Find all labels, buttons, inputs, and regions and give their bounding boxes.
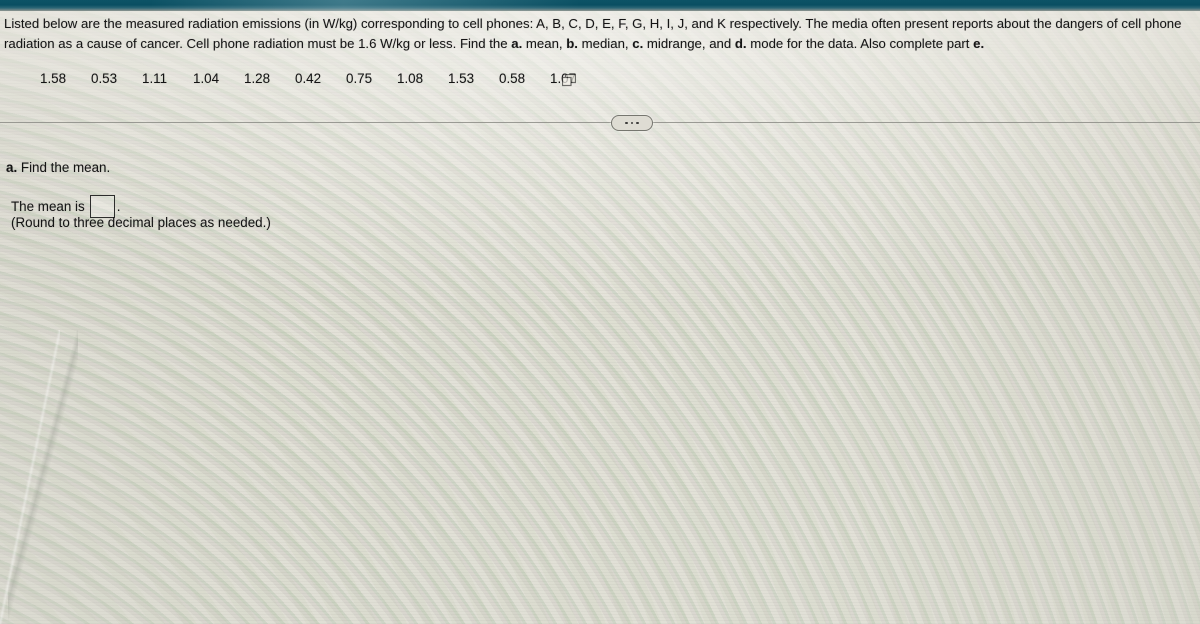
data-value: 1.58	[40, 71, 67, 86]
answer-prefix-label: The mean is	[11, 199, 85, 214]
rounding-instruction: (Round to three decimal places as needed…	[11, 215, 271, 230]
ellipsis-dot-2	[630, 121, 634, 125]
data-value: 1.11	[142, 71, 168, 86]
ellipsis-dot-1	[625, 121, 628, 125]
prompt-text-mode: mode for the data. Also complete part	[746, 36, 974, 51]
prompt-marker-e: e.	[973, 36, 985, 51]
part-a-label: a. Find the mean.	[6, 160, 110, 175]
data-value: 0.42	[295, 71, 322, 86]
part-a-text: Find the mean.	[17, 160, 111, 175]
ellipsis-dot-3	[636, 121, 639, 125]
data-value: 1.28	[244, 71, 271, 86]
data-values-row: 1.58 0.53 1.11 1.04 1.28 0.42 0.75 1.08 1.53 0.58…	[40, 71, 601, 86]
more-options-button[interactable]	[611, 115, 653, 131]
data-value: 1.04	[193, 71, 220, 86]
question-prompt: Listed below are the measured radiation …	[4, 14, 1196, 54]
prompt-marker-a: a.	[511, 36, 523, 51]
section-divider	[0, 122, 1200, 123]
data-value: 0.53	[91, 71, 118, 86]
answer-suffix-label: .	[116, 199, 121, 214]
prompt-marker-c: c.	[632, 36, 644, 51]
data-value: 0.75	[346, 71, 373, 86]
data-value: 1.53	[448, 71, 475, 86]
prompt-text-median: median,	[577, 36, 633, 51]
part-a-marker: a.	[6, 160, 18, 175]
copy-icon[interactable]	[562, 74, 576, 88]
prompt-marker-b: b.	[566, 36, 578, 51]
prompt-text-mean: mean,	[522, 36, 567, 51]
question-content: Listed below are the measured radiation …	[0, 0, 1200, 624]
prompt-marker-d: d.	[734, 36, 747, 51]
data-value: 0.58	[499, 71, 526, 86]
prompt-text-midrange: midrange, and	[643, 36, 735, 51]
data-value: 1.08	[397, 71, 424, 86]
